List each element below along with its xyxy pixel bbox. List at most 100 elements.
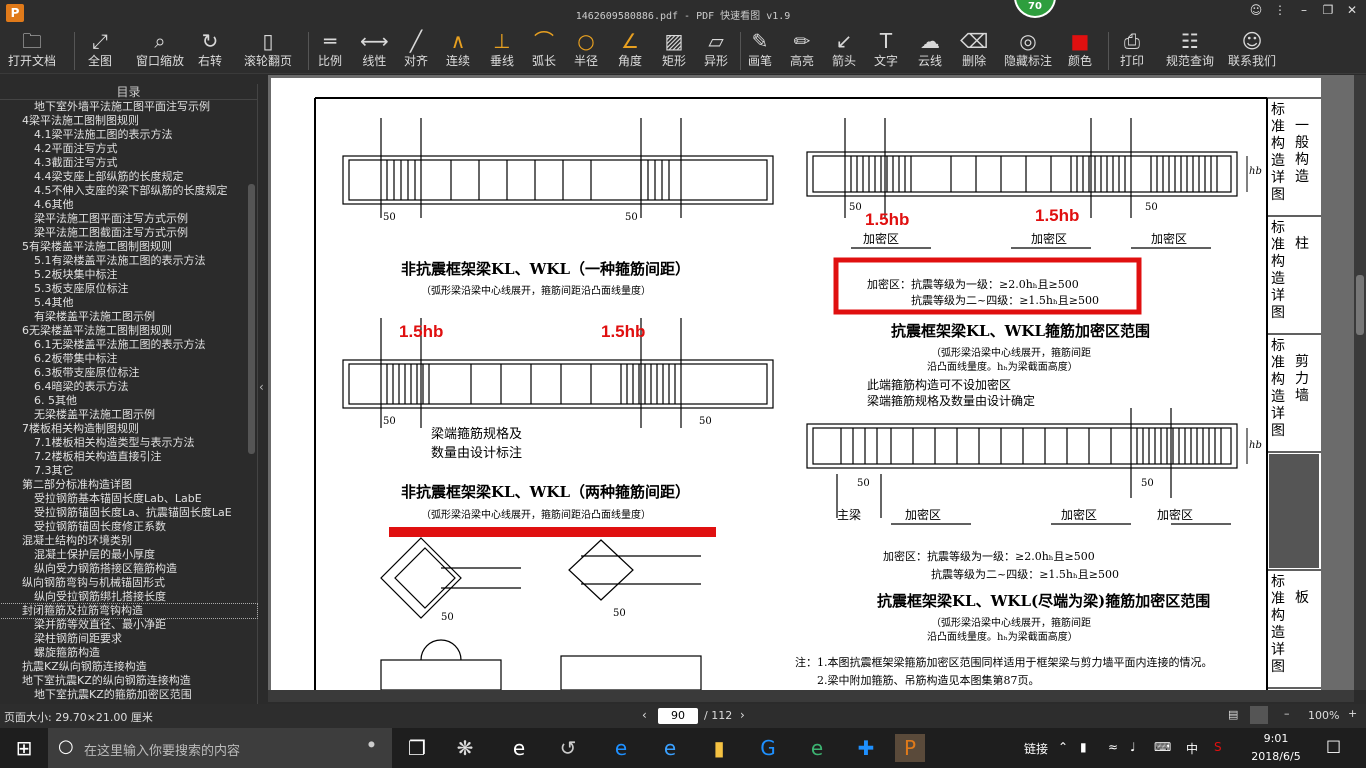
toc-item[interactable]: 5.3板支座原位标注: [0, 282, 257, 296]
clock-date[interactable]: 2018/6/5: [1244, 750, 1308, 763]
zoom-in-icon[interactable]: +: [1348, 707, 1357, 720]
menu-icon[interactable]: ⋮: [1268, 3, 1292, 17]
side-tab-category[interactable]: 标准构造详图: [1271, 338, 1289, 440]
toc-item[interactable]: 7.1楼板相关构造类型与表示方法: [0, 436, 257, 450]
tray-up-icon[interactable]: ⌃: [1058, 740, 1068, 754]
side-tab-category[interactable]: 标准构造详图: [1271, 102, 1289, 204]
toc-item[interactable]: 混凝土结构的环境类别: [0, 534, 257, 548]
toc-item[interactable]: 6.2板带集中标注: [0, 352, 257, 366]
markup-label[interactable]: 1.5hb: [1035, 206, 1079, 226]
toc-item[interactable]: 6. 5其他: [0, 394, 257, 408]
toc-item[interactable]: 混凝土保护层的最小厚度: [0, 548, 257, 562]
toolbar-radius-button[interactable]: ○ 半径: [574, 28, 598, 72]
fan-app-icon[interactable]: ❋: [450, 734, 480, 762]
toc-item[interactable]: 封闭箍筋及拉筋弯钩构造: [0, 603, 258, 619]
task-view-icon[interactable]: ❐: [402, 734, 432, 762]
toc-item[interactable]: 4.1梁平法施工图的表示方法: [0, 128, 257, 142]
single-page-view-icon[interactable]: [1250, 706, 1268, 724]
toolbar-highlighter-button[interactable]: ✏ 高亮: [790, 28, 814, 72]
toc-item[interactable]: 6.4暗梁的表示方法: [0, 380, 257, 394]
toc-item[interactable]: 7.3其它: [0, 464, 257, 478]
toc-item[interactable]: 抗震KZ纵向钢筋连接构造: [0, 660, 257, 674]
toc-item[interactable]: 地下室抗震KZ的箍筋加密区范围: [0, 688, 257, 702]
side-tab-topic[interactable]: 板: [1295, 590, 1313, 607]
toc-item[interactable]: 5有梁楼盖平法施工图制图规则: [0, 240, 257, 254]
volume-icon[interactable]: ♩: [1130, 740, 1136, 754]
toolbar-perpendicular-button[interactable]: ⊥ 垂线: [490, 28, 514, 72]
toc-item[interactable]: 4.2平面注写方式: [0, 142, 257, 156]
toolbar-cloud-line-button[interactable]: ☁ 云线: [918, 28, 942, 72]
toolbar-arc-length-button[interactable]: ⌒ 弧长: [532, 28, 556, 72]
toc-item[interactable]: 纵向钢筋弯钩与机械锚固形式: [0, 576, 257, 590]
toc-item[interactable]: 5.4其他: [0, 296, 257, 310]
toc-item[interactable]: 6.1无梁楼盖平法施工图的表示方法: [0, 338, 257, 352]
toc-item[interactable]: 受拉钢筋锚固长度La、抗震锚固长度LaE: [0, 506, 257, 520]
toolbar-align-measure-button[interactable]: ╱ 对齐: [404, 28, 428, 72]
e-app-icon[interactable]: e: [802, 734, 832, 762]
toolbar-folder-button[interactable]: 🗀 打开文档: [8, 28, 56, 72]
keyboard-icon[interactable]: ⌨: [1154, 740, 1171, 754]
toc-scrollbar[interactable]: [248, 184, 255, 454]
toc-item[interactable]: 4梁平法施工图制图规则: [0, 114, 257, 128]
vertical-scrollbar[interactable]: [1354, 75, 1366, 690]
toc-item[interactable]: 4.5不伸入支座的梁下部纵筋的长度规定: [0, 184, 257, 198]
toolbar-contact-button[interactable]: ☺ 联系我们: [1228, 28, 1276, 72]
toc-item[interactable]: 4.3截面注写方式: [0, 156, 257, 170]
windows-start-icon[interactable]: ⊞: [9, 734, 39, 762]
toc-item[interactable]: 4.4梁支座上部纵筋的长度规定: [0, 170, 257, 184]
toolbar-text-button[interactable]: T 文字: [874, 28, 898, 72]
next-page-icon[interactable]: ›: [740, 708, 745, 722]
toolbar-printer-button[interactable]: ⎙ 打印: [1120, 28, 1144, 72]
toolbar-rotate-right-button[interactable]: ↻ 右转: [198, 28, 222, 72]
page-number-input[interactable]: 90: [658, 708, 698, 724]
ime-indicator[interactable]: 中: [1186, 740, 1198, 757]
toc-item[interactable]: 6无梁楼盖平法施工图制图规则: [0, 324, 257, 338]
toc-item[interactable]: 7.2楼板相关构造直接引注: [0, 450, 257, 464]
toc-item[interactable]: 5.2板块集中标注: [0, 268, 257, 282]
toolbar-eraser-button[interactable]: ⌫ 删除: [960, 28, 988, 72]
toolbar-fit-all-button[interactable]: ⤢ 全图: [88, 28, 112, 72]
toc-item[interactable]: 梁平法施工图平面注写方式示例: [0, 212, 257, 226]
minimize-button[interactable]: –: [1292, 3, 1316, 17]
toc-item[interactable]: 第二部分标准构造详图: [0, 478, 257, 492]
toolbar-angle-button[interactable]: ∠ 角度: [618, 28, 642, 72]
ie-icon[interactable]: e: [655, 734, 685, 762]
zoom-out-icon[interactable]: –: [1284, 707, 1290, 720]
taskbar-search[interactable]: ○ 在这里输入你要搜索的内容 ⚫: [48, 728, 392, 768]
toc-item[interactable]: 纵向受拉钢筋绑扎搭接长度: [0, 590, 257, 604]
prev-page-icon[interactable]: ‹: [642, 708, 647, 722]
toolbar-scale-button[interactable]: ═ 比例: [318, 28, 342, 72]
side-tab-category[interactable]: 标准构造详图: [1271, 220, 1289, 322]
toc-item[interactable]: 无梁楼盖平法施工图示例: [0, 408, 257, 422]
toc-item[interactable]: 有梁楼盖平法施工图示例: [0, 310, 257, 324]
ie-browser-icon[interactable]: e: [504, 734, 534, 762]
file-explorer-icon[interactable]: ▮: [704, 734, 734, 762]
restore-button[interactable]: ❐: [1316, 3, 1340, 17]
toolbar-color-swatch-button[interactable]: ■ 颜色: [1068, 28, 1092, 72]
cross-app-icon[interactable]: ✚: [851, 734, 881, 762]
close-button[interactable]: ✕: [1340, 3, 1364, 17]
toc-item[interactable]: 螺旋箍筋构造: [0, 646, 257, 660]
toolbar-polygon-area-button[interactable]: ▱ 异形: [704, 28, 728, 72]
link-text[interactable]: 链接: [1024, 740, 1048, 757]
two-page-view-icon[interactable]: ▤: [1228, 708, 1238, 721]
toolbar-linear-measure-button[interactable]: ⟷ 线性: [360, 28, 389, 72]
battery-icon[interactable]: ▮: [1080, 740, 1087, 754]
side-tab-category[interactable]: 标准构造详图: [1271, 574, 1289, 676]
toc-item[interactable]: 受拉钢筋基本锚固长度Lab、LabE: [0, 492, 257, 506]
toolbar-zoom-window-button[interactable]: ⌕ 窗口缩放: [136, 28, 184, 72]
toc-item[interactable]: 受拉钢筋锚固长度修正系数: [0, 520, 257, 534]
horizontal-scrollbar[interactable]: [268, 690, 1354, 702]
toc-item[interactable]: 5.1有梁楼盖平法施工图的表示方法: [0, 254, 257, 268]
sogou-icon[interactable]: S: [1214, 740, 1222, 754]
g-app-icon[interactable]: G: [753, 734, 783, 762]
pdf-viewer-taskbar-icon[interactable]: P: [895, 734, 925, 762]
toolbar-mouse-wheel-button[interactable]: ▯ 滚轮翻页: [244, 28, 292, 72]
toc-item[interactable]: 梁柱钢筋间距要求: [0, 632, 257, 646]
document-viewer[interactable]: 非抗震框架梁KL、WKL（一种箍筋间距） （弧形梁沿梁中心线展开，箍筋间距沿凸面…: [268, 75, 1354, 690]
markup-label[interactable]: 1.5hb: [399, 322, 443, 342]
clock-time[interactable]: 9:01: [1246, 732, 1306, 745]
side-tab-topic[interactable]: 一般构造: [1295, 118, 1313, 186]
markup-label[interactable]: 1.5hb: [601, 322, 645, 342]
toc-item[interactable]: 4.6其他: [0, 198, 257, 212]
